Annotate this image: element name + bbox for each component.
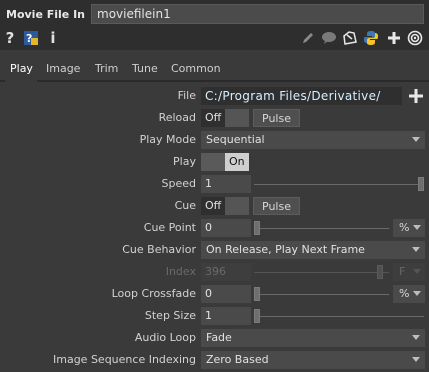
python-help-icon[interactable]: ? xyxy=(22,29,40,47)
operator-type-label: Movie File In xyxy=(6,8,86,21)
chevron-down-icon xyxy=(412,137,420,142)
play-mode-dropdown[interactable]: Sequential xyxy=(201,131,425,149)
info-icon[interactable]: i xyxy=(48,29,58,47)
reload-toggle-label[interactable]: Off xyxy=(201,109,225,127)
param-label: Image Sequence Indexing xyxy=(53,353,196,366)
param-file: File C:/Program Files/Derivative/ xyxy=(0,86,429,106)
speed-slider-handle[interactable] xyxy=(418,177,424,191)
info-glyph: i xyxy=(50,29,56,47)
dropdown-value: Sequential xyxy=(206,133,265,146)
chevron-down-icon xyxy=(413,291,421,296)
chevron-down-icon xyxy=(413,269,421,274)
chevron-down-icon xyxy=(412,247,420,252)
param-cue: Cue Off Pulse xyxy=(0,196,429,216)
speed-slider-track[interactable] xyxy=(254,184,424,185)
tab-tune[interactable]: Tune xyxy=(132,62,158,75)
tab-image[interactable]: Image xyxy=(46,62,80,75)
index-field: 396 xyxy=(201,263,251,281)
cue-point-field[interactable]: 0 xyxy=(201,219,251,237)
play-toggle[interactable] xyxy=(201,153,225,171)
param-label: Speed xyxy=(161,177,196,190)
play-toggle-label[interactable]: On xyxy=(225,153,249,171)
param-cue-behavior: Cue Behavior On Release, Play Next Frame xyxy=(0,240,429,260)
cue-point-slider-track[interactable] xyxy=(254,228,389,229)
cue-point-slider-handle[interactable] xyxy=(254,221,260,235)
help-glyph: ? xyxy=(5,29,15,47)
param-label: Play xyxy=(173,155,196,168)
parameter-tabs: Play Image Trim Tune Common xyxy=(0,58,429,78)
param-label: Reload xyxy=(158,111,196,124)
param-play-mode: Play Mode Sequential xyxy=(0,130,429,150)
cue-behavior-dropdown[interactable]: On Release, Play Next Frame xyxy=(201,241,425,259)
comment-icon[interactable] xyxy=(320,29,338,47)
unit-label: % xyxy=(399,221,410,234)
param-cue-point: Cue Point 0 % xyxy=(0,218,429,238)
param-image-sequence-indexing: Image Sequence Indexing Zero Based xyxy=(0,350,429,370)
param-index: Index 396 F xyxy=(0,262,429,282)
target-icon[interactable] xyxy=(406,29,424,47)
param-reload: Reload Off Pulse xyxy=(0,108,429,128)
step-size-slider-track[interactable] xyxy=(254,316,424,317)
file-path-field[interactable]: C:/Program Files/Derivative/ xyxy=(201,87,402,105)
tab-play[interactable]: Play xyxy=(10,62,33,75)
reload-pulse-button[interactable]: Pulse xyxy=(253,109,300,127)
dropdown-value: Zero Based xyxy=(206,353,269,366)
step-size-slider-handle[interactable] xyxy=(254,309,260,323)
tab-common[interactable]: Common xyxy=(171,62,221,75)
param-label: Index xyxy=(165,265,196,278)
help-icon[interactable]: ? xyxy=(4,29,16,47)
chevron-down-icon xyxy=(412,335,420,340)
file-browse-icon[interactable] xyxy=(407,87,425,105)
tab-divider xyxy=(0,80,429,82)
param-label: Loop Crossfade xyxy=(111,287,196,300)
chevron-down-icon xyxy=(412,357,420,362)
step-size-field[interactable]: 1 xyxy=(201,307,251,325)
loop-crossfade-field[interactable]: 0 xyxy=(201,285,251,303)
active-tab-indicator xyxy=(5,78,37,82)
loop-crossfade-slider-handle[interactable] xyxy=(254,287,260,301)
param-label: Cue Point xyxy=(143,221,196,234)
clone-icon[interactable] xyxy=(341,29,359,47)
icon-bar: ? ? i xyxy=(0,28,429,50)
tab-trim[interactable]: Trim xyxy=(95,62,118,75)
pencil-icon[interactable] xyxy=(300,29,316,47)
python-icon[interactable] xyxy=(362,29,380,47)
image-sequence-indexing-dropdown[interactable]: Zero Based xyxy=(201,351,425,369)
param-play: Play On xyxy=(0,152,429,172)
cue-pulse-button[interactable]: Pulse xyxy=(253,197,300,215)
param-speed: Speed 1 xyxy=(0,174,429,194)
audio-loop-dropdown[interactable]: Fade xyxy=(201,329,425,347)
svg-text:?: ? xyxy=(26,32,32,45)
param-step-size: Step Size 1 xyxy=(0,306,429,326)
param-audio-loop: Audio Loop Fade xyxy=(0,328,429,348)
param-label: File xyxy=(177,89,196,102)
reload-toggle[interactable] xyxy=(225,109,249,127)
param-label: Step Size xyxy=(144,309,196,322)
dropdown-value: Fade xyxy=(206,331,232,344)
index-slider-handle xyxy=(377,265,383,279)
param-label: Play Mode xyxy=(139,133,196,146)
unit-label: % xyxy=(399,287,410,300)
cue-toggle[interactable] xyxy=(225,197,249,215)
chevron-down-icon xyxy=(413,225,421,230)
param-label: Cue xyxy=(174,199,196,212)
loop-crossfade-slider-track[interactable] xyxy=(254,294,389,295)
param-label: Cue Behavior xyxy=(122,243,196,256)
speed-field[interactable]: 1 xyxy=(201,175,251,193)
loop-crossfade-unit-dropdown[interactable]: % xyxy=(393,285,425,303)
dropdown-value: On Release, Play Next Frame xyxy=(206,243,365,256)
add-icon[interactable] xyxy=(386,29,402,47)
title-bar: Movie File In moviefilein1 xyxy=(0,0,429,28)
index-slider-track xyxy=(254,272,389,273)
unit-label: F xyxy=(399,265,406,278)
param-label: Audio Loop xyxy=(134,331,196,344)
index-unit-dropdown: F xyxy=(393,263,425,281)
operator-name-field[interactable]: moviefilein1 xyxy=(91,4,424,24)
cue-toggle-label[interactable]: Off xyxy=(201,197,225,215)
param-loop-crossfade: Loop Crossfade 0 % xyxy=(0,284,429,304)
cue-point-unit-dropdown[interactable]: % xyxy=(393,219,425,237)
